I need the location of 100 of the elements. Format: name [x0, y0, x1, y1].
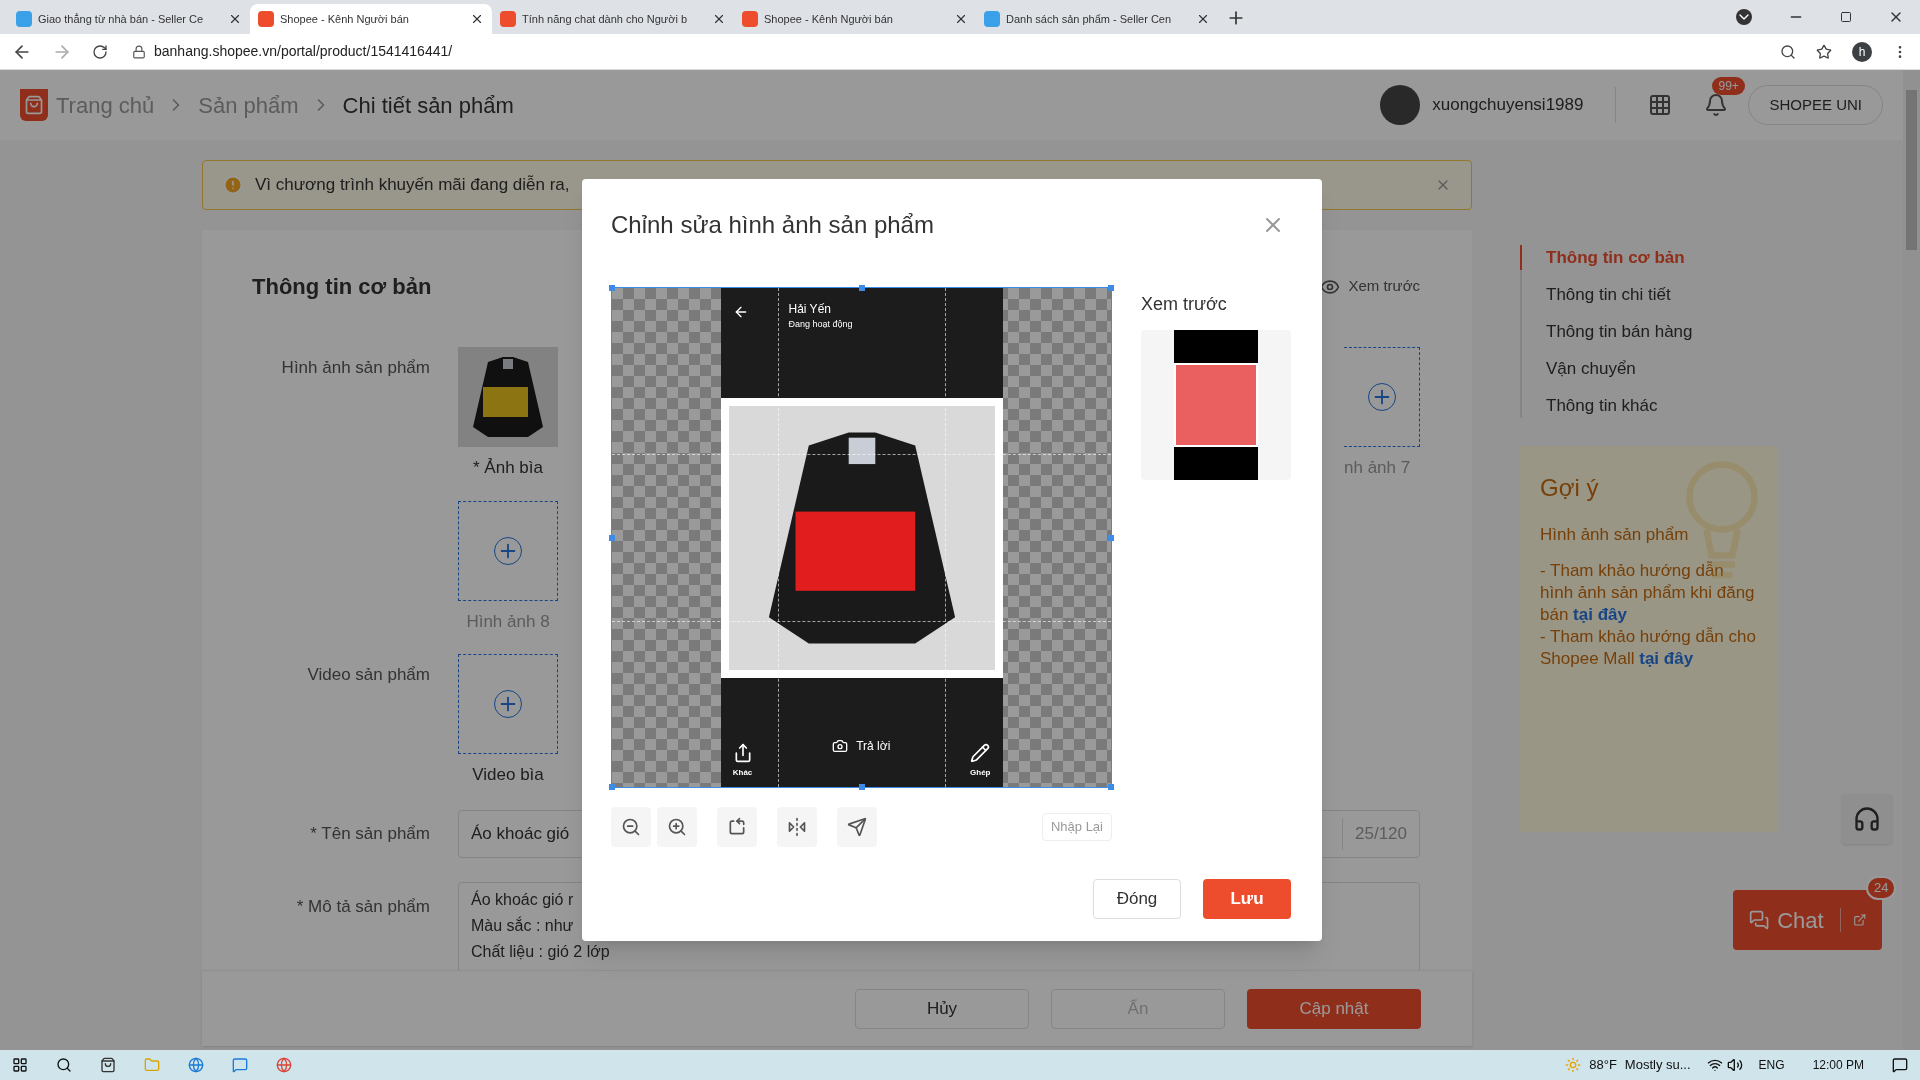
pencil-icon	[970, 743, 991, 763]
character-counter: 25/120	[1355, 822, 1407, 845]
slot-label: Hình ảnh 8	[466, 610, 550, 633]
camera-icon	[832, 738, 849, 754]
close-icon[interactable]	[1196, 12, 1210, 26]
address-bar[interactable]: banhang.shopee.vn/portal/product/1541416441/	[128, 37, 1760, 66]
support-button[interactable]	[1842, 794, 1892, 844]
close-icon[interactable]	[470, 12, 484, 26]
tip-link[interactable]: tại đây	[1639, 648, 1694, 668]
bell-icon[interactable]	[1704, 93, 1729, 117]
reset-button[interactable]: Nhập Lại	[1041, 813, 1112, 841]
seller-favicon-icon	[16, 11, 32, 27]
zoom-out-icon	[621, 817, 641, 837]
page-title: Chi tiết sản phẩm	[342, 91, 514, 120]
banner-text: Vì chương trình khuyến mãi đang diễn ra,	[255, 174, 570, 197]
tab-title: Tính năng chat dành cho Người b	[522, 11, 689, 27]
contact-name: Hải Yến	[788, 301, 832, 318]
crop-handle[interactable]	[609, 535, 615, 541]
flip-icon	[787, 817, 807, 837]
weather-icon	[1565, 1057, 1582, 1073]
dialog-button[interactable]: Lưu	[1203, 879, 1291, 919]
messenger-icon[interactable]	[232, 1057, 248, 1073]
browser-tab[interactable]: Shopee - Kênh Người bán	[250, 4, 492, 34]
notifications-icon[interactable]	[1892, 1057, 1908, 1073]
weather-text: Mostly su...	[1624, 1056, 1691, 1075]
lock-icon	[132, 44, 146, 59]
form-action-button[interactable]: Hủy	[855, 988, 1029, 1029]
crop-handle[interactable]	[1108, 535, 1114, 541]
field-label: Video sản phẩm	[306, 664, 430, 686]
description-line: Chất liệu : gió 2 lớp	[471, 941, 610, 962]
tip-link[interactable]: tại đây	[1573, 604, 1627, 624]
add-image-slot[interactable]	[458, 654, 558, 754]
slot-label: nh ảnh 7	[1344, 457, 1412, 479]
field-label: * Mô tả sản phẩm	[295, 895, 430, 918]
tab-title: Giao thẳng từ nhà bán - Seller Ce	[38, 11, 205, 27]
network-icon[interactable]	[1706, 1057, 1723, 1073]
section-nav-link[interactable]: Vận chuyển	[1520, 356, 1780, 381]
editor-tool-button[interactable]	[837, 807, 877, 847]
preview-link[interactable]: Xem trước	[1320, 275, 1420, 298]
reload-icon[interactable]	[92, 43, 108, 60]
scrollbar[interactable]	[1903, 70, 1920, 1050]
store-icon[interactable]	[100, 1057, 116, 1073]
crop-handle[interactable]	[1108, 784, 1114, 790]
editor-tool-button[interactable]	[777, 807, 817, 847]
field-label: Hình ảnh sản phẩm	[280, 357, 430, 379]
restore-icon[interactable]	[1840, 11, 1852, 23]
crop-handle[interactable]	[859, 285, 865, 291]
zoom-icon[interactable]	[1780, 43, 1796, 60]
close-icon[interactable]	[954, 12, 968, 26]
field-label: * Tên sản phẩm	[309, 822, 430, 845]
profile-avatar[interactable]: h	[1852, 41, 1872, 62]
warning-icon	[223, 175, 243, 195]
action-label: Khác	[732, 767, 753, 779]
section-nav-link[interactable]: Thông tin bán hàng	[1520, 319, 1780, 344]
section-nav-link[interactable]: Thông tin chi tiết	[1520, 282, 1780, 307]
action-label: Ghép	[970, 767, 991, 779]
browser-icon[interactable]	[276, 1057, 292, 1073]
form-action-button[interactable]: Cập nhật	[1247, 988, 1421, 1029]
search-icon[interactable]	[56, 1057, 72, 1073]
send-icon	[847, 817, 867, 837]
rotate-icon	[727, 817, 747, 837]
tip-text: - Tham khảo hướng dẫn hình ảnh sản phẩm khi đăng bán tại đây	[1540, 559, 1756, 626]
add-image-slot[interactable]	[1344, 347, 1420, 447]
tips-title: Gợi ý	[1540, 473, 1600, 503]
close-icon[interactable]	[228, 12, 242, 26]
start-icon[interactable]	[12, 1057, 28, 1073]
contact-status: Đang hoạt động	[788, 318, 853, 331]
tab-title: Shopee - Kênh Người bán	[764, 11, 894, 27]
chat-icon	[1749, 908, 1770, 932]
apps-grid-icon[interactable]	[1648, 93, 1673, 117]
crop-handle[interactable]	[859, 784, 865, 790]
add-image-slot[interactable]	[458, 500, 558, 601]
language-indicator[interactable]: ENG	[1758, 1056, 1785, 1074]
close-icon[interactable]	[712, 12, 726, 26]
crop-handle[interactable]	[609, 285, 615, 291]
volume-icon[interactable]	[1726, 1057, 1743, 1073]
avatar[interactable]	[1380, 85, 1421, 125]
browser-icon[interactable]	[188, 1057, 204, 1073]
editor-tool-button[interactable]	[657, 807, 697, 847]
tip-text: - Tham khảo hướng dẫn cho Shopee Mall tại đây	[1540, 625, 1757, 670]
section-nav-link[interactable]: Thông tin khác	[1520, 393, 1780, 418]
section-title: Thông tin cơ bản	[252, 273, 432, 301]
tab-search-icon[interactable]	[1736, 9, 1752, 25]
zoom-in-icon	[667, 817, 687, 837]
dialog-button[interactable]: Đóng	[1093, 879, 1181, 919]
dialog-title: Chỉnh sửa hình ảnh sản phẩm	[611, 210, 934, 240]
bookmark-star-icon[interactable]	[1816, 43, 1832, 60]
preview-title: Xem trước	[1141, 293, 1228, 316]
slot-label: Video bìa	[472, 764, 544, 786]
crop-handle[interactable]	[1108, 285, 1114, 291]
description-line: Màu sắc : như	[471, 915, 574, 936]
crop-canvas[interactable]: Hải Yến Đang hoạt động Khác Trả lời Ghép	[611, 287, 1112, 788]
crop-handle[interactable]	[609, 784, 615, 790]
shopee-logo[interactable]	[20, 89, 48, 121]
editor-tool-button[interactable]	[611, 807, 651, 847]
weather-temperature: 88°F	[1589, 1056, 1617, 1075]
editor-tool-button[interactable]	[717, 807, 757, 847]
username[interactable]: xuongchuyensi1989	[1432, 92, 1584, 118]
headset-icon	[1853, 805, 1881, 833]
clock[interactable]: 12:00 PM	[1812, 1056, 1864, 1074]
